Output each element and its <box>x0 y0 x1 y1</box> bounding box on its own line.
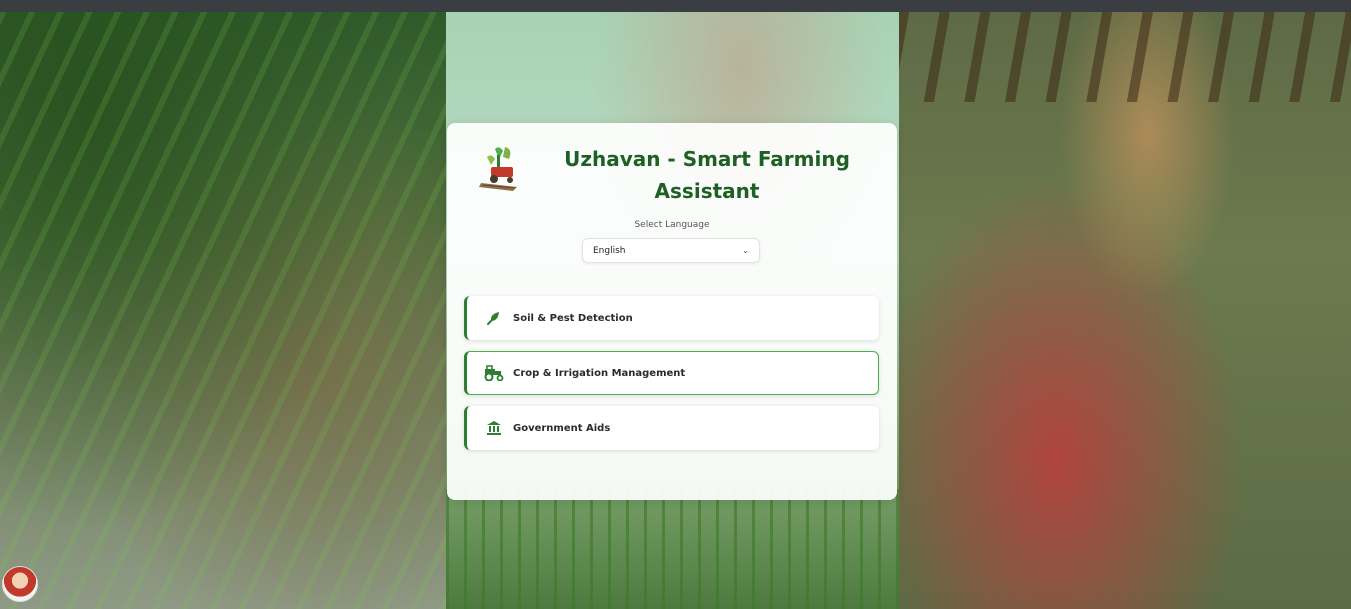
option-label: Crop & Irrigation Management <box>513 367 686 379</box>
option-label: Soil & Pest Detection <box>513 312 633 324</box>
language-label: Select Language <box>634 220 710 230</box>
leaf-pen-icon <box>483 309 505 327</box>
background-photo-farmer-tractor <box>899 12 1351 609</box>
language-select[interactable]: English ⌄ <box>582 238 760 263</box>
chevron-down-icon: ⌄ <box>742 246 749 255</box>
background-photo-farmers-planting <box>0 12 446 609</box>
tractor-icon <box>483 364 505 382</box>
option-government-aids[interactable]: Government Aids <box>464 406 879 450</box>
main-card: Uzhavan - Smart Farming Assistant Select… <box>447 123 897 500</box>
language-selected-value: English <box>593 245 626 256</box>
option-label: Government Aids <box>513 422 611 434</box>
assistant-avatar-button[interactable] <box>2 566 38 602</box>
browser-top-bar <box>0 0 1351 12</box>
app-logo <box>477 143 521 193</box>
option-soil-pest-detection[interactable]: Soil & Pest Detection <box>464 296 879 340</box>
option-crop-irrigation-management[interactable]: Crop & Irrigation Management <box>464 351 879 395</box>
page-title: Uzhavan - Smart Farming Assistant <box>564 147 850 203</box>
government-building-icon <box>483 419 505 437</box>
